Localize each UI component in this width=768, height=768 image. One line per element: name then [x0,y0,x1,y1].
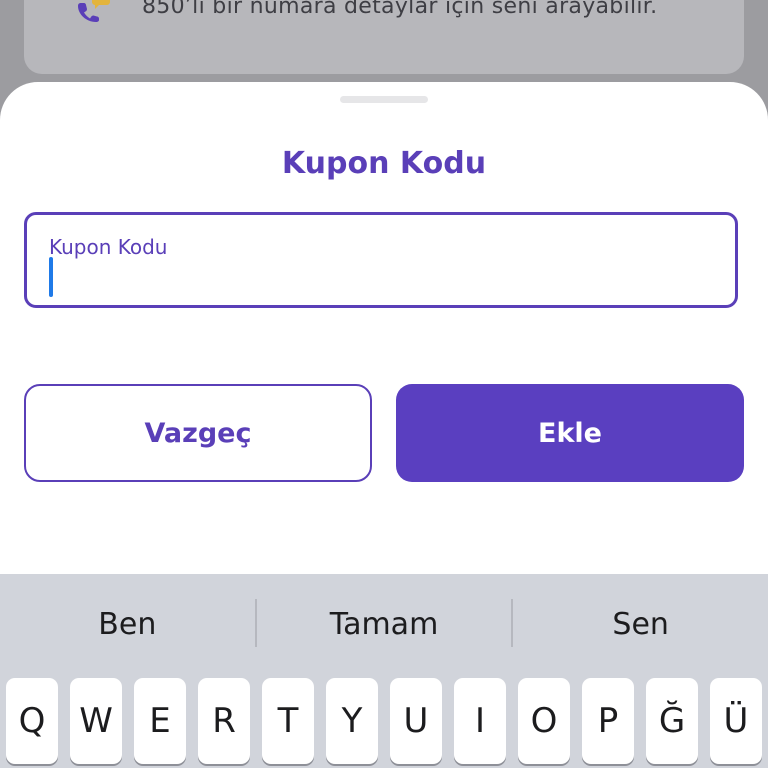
text-caret [49,257,53,297]
key-u-umlaut[interactable]: Ü [710,678,762,764]
keyboard-row-1: Q W E R T Y U I O P Ğ Ü [6,678,766,764]
coupon-field-label: Kupon Kodu [49,235,168,259]
keyboard-suggestions: Ben Tamam Sen [0,574,768,674]
key-r[interactable]: R [198,678,250,764]
key-o[interactable]: O [518,678,570,764]
bottom-sheet: Kupon Kodu Kupon Kodu Vazgeç Ekle [0,82,768,602]
key-i[interactable]: I [454,678,506,764]
suggestion-item[interactable]: Tamam [257,574,512,674]
add-button[interactable]: Ekle [396,384,744,482]
key-p[interactable]: P [582,678,634,764]
key-g-breve[interactable]: Ğ [646,678,698,764]
key-y[interactable]: Y [326,678,378,764]
info-text: 850’li bir numara detaylar için seni ara… [142,0,658,19]
key-u[interactable]: U [390,678,442,764]
key-e[interactable]: E [134,678,186,764]
suggestion-item[interactable]: Ben [0,574,255,674]
suggestion-item[interactable]: Sen [513,574,768,674]
cancel-button[interactable]: Vazgeç [24,384,372,482]
key-t[interactable]: T [262,678,314,764]
phone-chat-icon [74,0,114,26]
key-w[interactable]: W [70,678,122,764]
key-q[interactable]: Q [6,678,58,764]
sheet-grabber[interactable] [340,96,428,103]
sheet-title: Kupon Kodu [281,146,487,181]
keyboard: Ben Tamam Sen Q W E R T Y U I O P Ğ Ü [0,574,768,768]
coupon-code-input[interactable]: Kupon Kodu [24,212,738,308]
info-card: 850’li bir numara detaylar için seni ara… [24,0,744,74]
